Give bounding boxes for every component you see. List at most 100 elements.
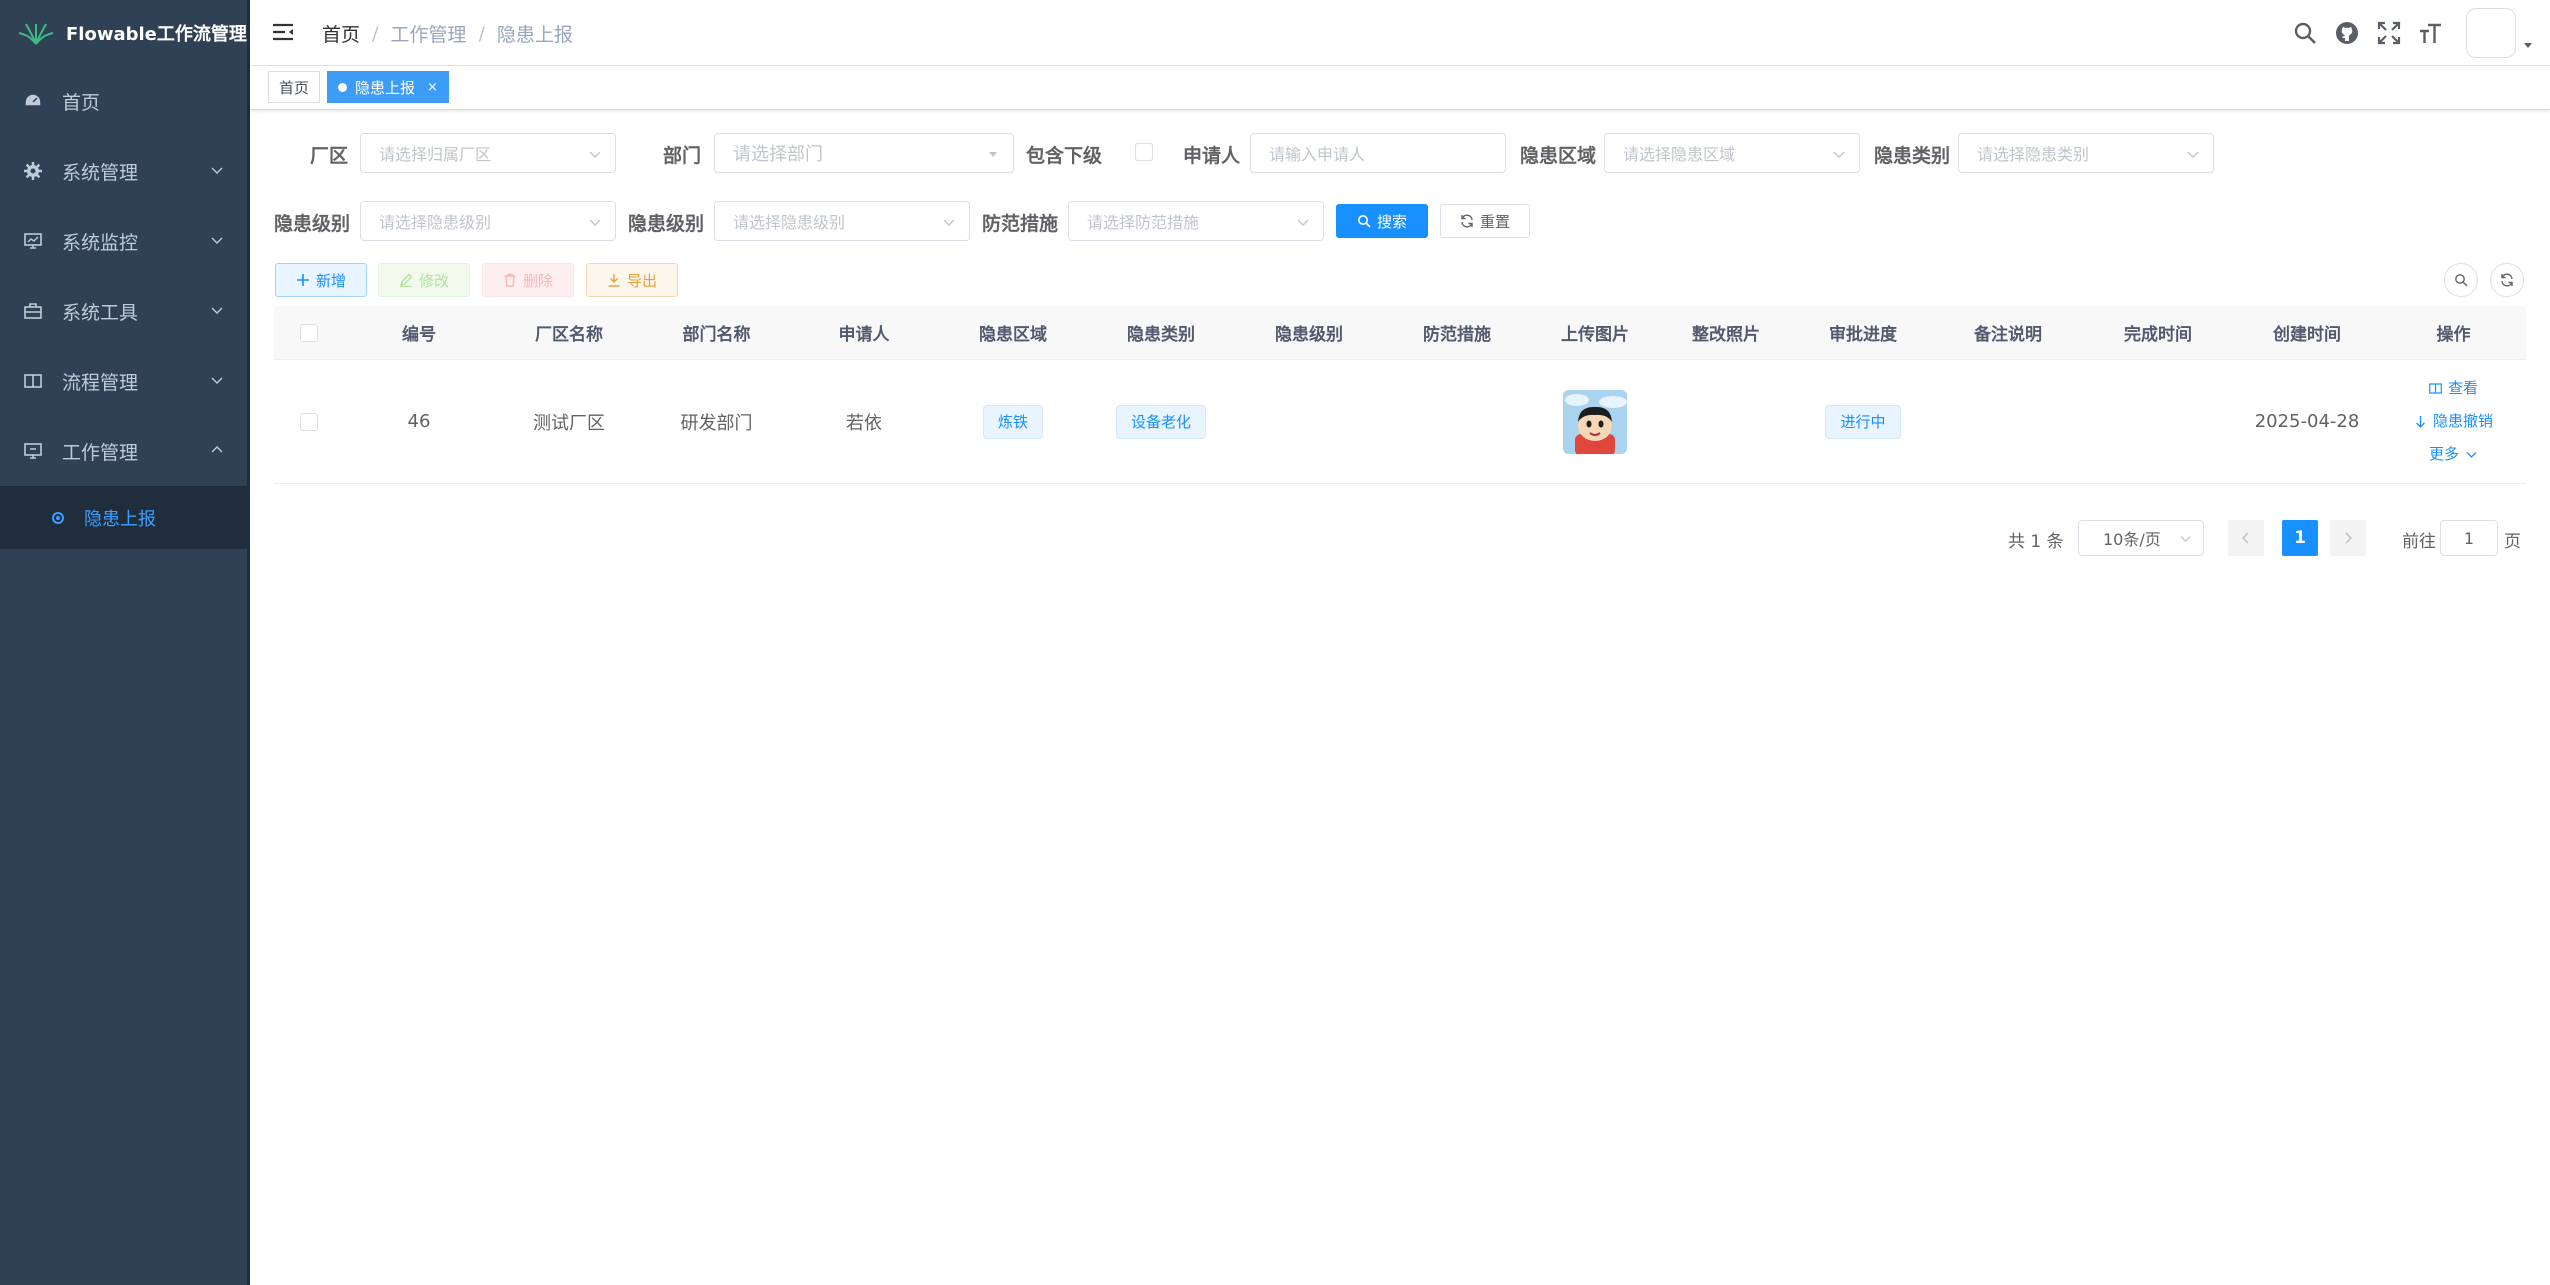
uploaded-image-thumbnail[interactable] [1563,389,1627,454]
chevron-down-icon [211,307,223,314]
factory-label: 厂区 [310,145,349,167]
chevron-down-icon [2180,536,2191,543]
logo[interactable]: Flowable工作流管理 [0,0,247,66]
sidebar-subitem-hazard-report[interactable]: 隐患上报 [0,486,247,549]
sidebar-item-process-manage[interactable]: 流程管理 [0,346,247,416]
hamburger-icon[interactable] [272,22,294,42]
breadcrumb: 首页 / 工作管理 / 隐患上报 [322,20,573,47]
font-size-icon[interactable] [2418,20,2444,46]
sidebar-item-home[interactable]: 首页 [0,66,247,136]
level1-select[interactable]: 请选择隐患级别 [360,201,616,241]
search-icon [1357,215,1371,228]
sidebar-item-label: 系统监控 [62,231,139,254]
cell-factory: 测试厂区 [533,412,605,434]
page-size-select[interactable]: 10条/页 [2078,520,2204,556]
search-button[interactable]: 搜索 [1336,204,1428,238]
arrow-down-icon [2416,416,2425,428]
tags-view: 首页 隐患上报 × [250,66,2550,110]
level2-placeholder: 请选择隐患级别 [733,213,846,232]
add-button[interactable]: 新增 [275,263,367,297]
breadcrumb-separator: / [478,22,485,45]
area-tag: 炼铁 [982,404,1043,439]
close-icon[interactable]: × [427,80,438,95]
work-icon [24,443,42,459]
page-number-current[interactable]: 1 [2282,520,2318,556]
navbar: 首页 / 工作管理 / 隐患上报 [250,0,2550,66]
cell-id: 46 [407,411,431,432]
chevron-down-icon [2187,151,2199,158]
tab-hazard-report[interactable]: 隐患上报 × [327,71,449,103]
include-sub-label: 包含下级 [1026,145,1103,167]
search-icon [2455,274,2468,287]
measure-select[interactable]: 请选择防范措施 [1068,201,1324,241]
toggle-search-button[interactable] [2444,263,2478,297]
more-dropdown[interactable]: 更多 [2429,438,2478,471]
header-cell: 隐患区域 [979,325,1047,345]
chevron-down-icon [211,167,223,174]
caret-down-icon[interactable] [2522,39,2534,51]
edit-button[interactable]: 修改 [378,263,470,297]
cell-applicant: 若依 [846,412,882,434]
reset-button[interactable]: 重置 [1440,204,1530,238]
next-page-button[interactable] [2330,520,2366,556]
sidebar-item-label: 系统管理 [62,161,139,184]
level1-label: 隐患级别 [274,213,351,235]
add-button-label: 新增 [315,271,346,290]
prev-page-button[interactable] [2228,520,2264,556]
tab-label: 首页 [279,78,310,97]
header-cell: 操作 [2436,325,2471,345]
tab-label: 隐患上报 [355,78,416,97]
header-cell: 完成时间 [2124,325,2192,345]
type-select[interactable]: 请选择隐患类别 [1958,133,2214,173]
search-icon[interactable] [2292,20,2318,46]
sidebar-item-label: 首页 [62,91,101,114]
level1-placeholder: 请选择隐患级别 [379,213,492,232]
header-cell: 备注说明 [1974,325,2042,345]
cell-type: 设备老化 [1087,404,1235,439]
github-icon[interactable] [2334,20,2360,46]
header-select-all [274,323,344,342]
dept-select[interactable]: 请选择部门 [714,133,1014,173]
book-icon [2429,383,2442,394]
plus-icon [296,274,309,286]
select-all-checkbox[interactable] [300,323,318,342]
cell-area: 炼铁 [939,404,1087,439]
revoke-link[interactable]: 隐患撤销 [2414,405,2493,438]
sidebar-item-label: 流程管理 [62,371,139,394]
header-cell: 部门名称 [682,325,751,345]
level2-select[interactable]: 请选择隐患级别 [714,201,970,241]
factory-select[interactable]: 请选择归属厂区 [360,133,616,173]
edit-button-label: 修改 [418,271,449,290]
applicant-input[interactable]: 请输入申请人 [1250,133,1506,173]
reset-button-label: 重置 [1479,212,1510,231]
goto-page-input[interactable]: 1 [2440,520,2498,556]
caret-down-icon [989,152,997,157]
chevron-down-icon [211,237,223,244]
tab-home[interactable]: 首页 [268,71,321,103]
fullscreen-icon[interactable] [2376,20,2402,46]
refresh-icon [1461,214,1473,228]
avatar[interactable] [2466,8,2516,58]
trash-icon [504,273,516,287]
chevron-right-icon [2345,532,2353,544]
refresh-button[interactable] [2490,263,2524,297]
area-select[interactable]: 请选择隐患区域 [1604,133,1860,173]
cell-create-time: 2025-04-28 [2254,411,2360,432]
sidebar-item-system-tools[interactable]: 系统工具 [0,276,247,346]
breadcrumb-item-home[interactable]: 首页 [322,20,360,47]
view-link[interactable]: 查看 [2429,372,2478,405]
cartoon-avatar-image [1563,389,1627,454]
chevron-down-icon [943,219,955,226]
area-label: 隐患区域 [1520,145,1597,167]
include-sub-checkbox[interactable] [1135,143,1153,161]
export-button[interactable]: 导出 [586,263,678,297]
header-cell: 隐患类别 [1127,325,1195,345]
breadcrumb-item-work[interactable]: 工作管理 [390,20,466,47]
row-checkbox[interactable] [300,412,318,431]
delete-button[interactable]: 删除 [482,263,574,297]
radio-dot-icon [52,511,64,524]
sidebar-item-system-monitor[interactable]: 系统监控 [0,206,247,276]
sidebar-item-work-manage[interactable]: 工作管理 [0,416,247,486]
app-title: Flowable工作流管理 [66,24,247,45]
sidebar-item-system-manage[interactable]: 系统管理 [0,136,247,206]
